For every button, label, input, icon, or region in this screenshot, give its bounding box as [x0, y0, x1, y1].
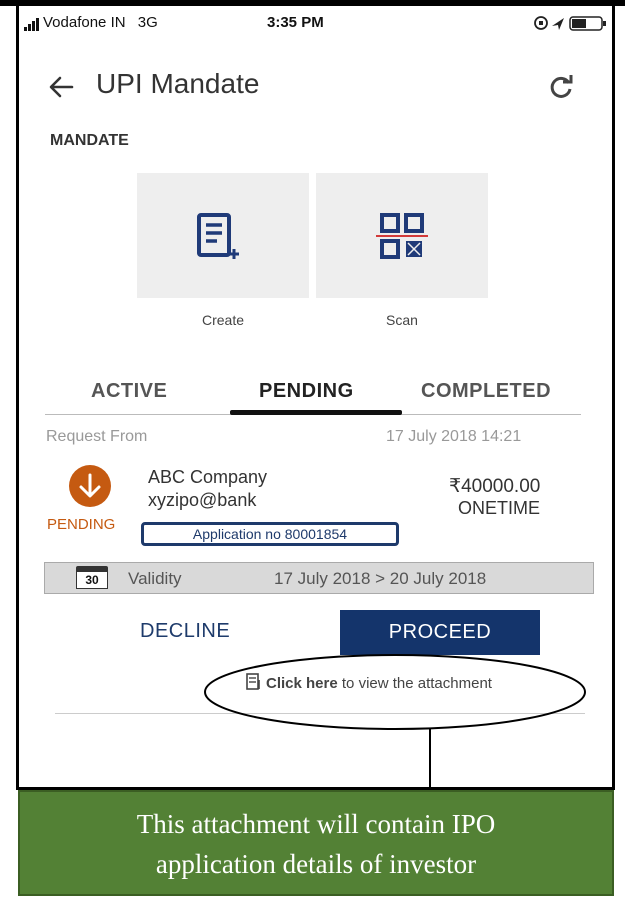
attachment-highlight-ellipse [204, 654, 586, 730]
annotation-overlay [204, 654, 586, 811]
annotation-line-2: application details of investor [155, 849, 477, 879]
annotation-callout: This attachment will contain IPO applica… [18, 790, 614, 896]
annotation-line-1: This attachment will contain IPO [136, 809, 496, 839]
